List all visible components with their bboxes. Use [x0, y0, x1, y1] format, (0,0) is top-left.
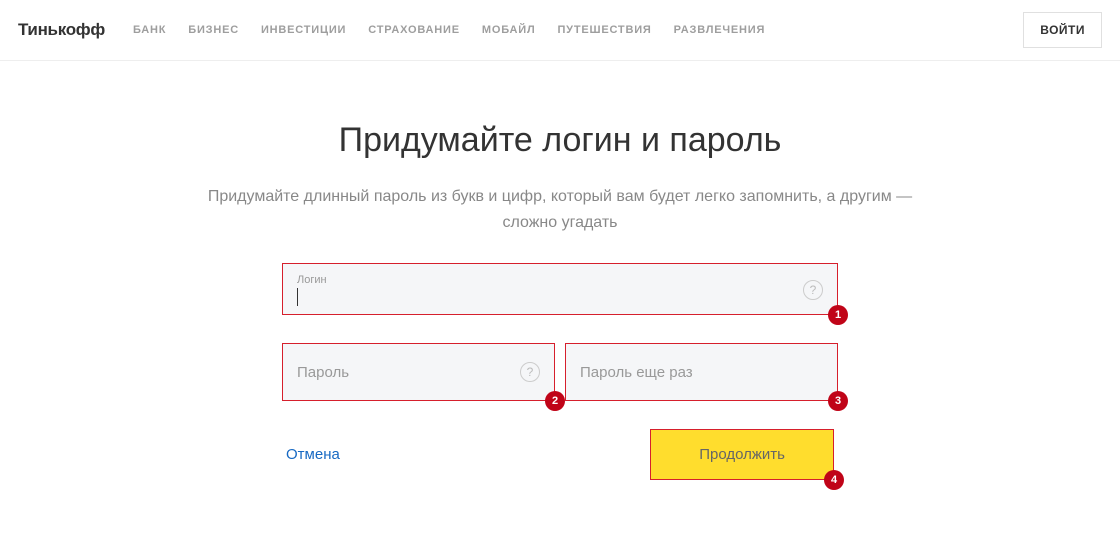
password-row: Пароль ? 2 Пароль еще раз 3	[282, 343, 838, 401]
password-field-wrap: Пароль ? 2	[282, 343, 555, 401]
login-field[interactable]: Логин ?	[282, 263, 838, 315]
password-confirm-placeholder: Пароль еще раз	[580, 364, 823, 381]
login-field-wrap: Логин ? 1	[282, 263, 838, 315]
annotation-badge-4: 4	[824, 470, 844, 490]
nav-item-mobile[interactable]: МОБАЙЛ	[482, 24, 536, 36]
nav-item-investments[interactable]: ИНВЕСТИЦИИ	[261, 24, 346, 36]
password-confirm-field-wrap: Пароль еще раз 3	[565, 343, 838, 401]
annotation-badge-2: 2	[545, 391, 565, 411]
password-confirm-field[interactable]: Пароль еще раз	[565, 343, 838, 401]
main-content: Придумайте логин и пароль Придумайте дли…	[0, 61, 1120, 480]
form-actions: Отмена Продолжить 4	[282, 429, 838, 480]
login-label: Логин	[297, 274, 803, 286]
page-title: Придумайте логин и пароль	[0, 121, 1120, 160]
login-button[interactable]: ВОЙТИ	[1023, 12, 1102, 48]
nav: БАНК БИЗНЕС ИНВЕСТИЦИИ СТРАХОВАНИЕ МОБАЙ…	[133, 24, 1023, 36]
nav-item-entertainment[interactable]: РАЗВЛЕЧЕНИЯ	[674, 24, 766, 36]
cancel-button[interactable]: Отмена	[286, 446, 340, 463]
annotation-badge-1: 1	[828, 305, 848, 325]
nav-item-insurance[interactable]: СТРАХОВАНИЕ	[368, 24, 460, 36]
logo[interactable]: Тинькофф	[18, 20, 105, 40]
help-icon[interactable]: ?	[803, 280, 823, 300]
page-subtitle: Придумайте длинный пароль из букв и цифр…	[200, 184, 920, 235]
continue-wrap: Продолжить 4	[650, 429, 834, 480]
password-field[interactable]: Пароль ?	[282, 343, 555, 401]
annotation-badge-3: 3	[828, 391, 848, 411]
nav-item-bank[interactable]: БАНК	[133, 24, 166, 36]
nav-item-business[interactable]: БИЗНЕС	[188, 24, 239, 36]
form: Логин ? 1 Пароль ? 2 Пароль ещ	[282, 263, 838, 480]
text-cursor	[297, 288, 298, 306]
header: Тинькофф БАНК БИЗНЕС ИНВЕСТИЦИИ СТРАХОВА…	[0, 0, 1120, 61]
help-icon[interactable]: ?	[520, 362, 540, 382]
nav-item-travel[interactable]: ПУТЕШЕСТВИЯ	[557, 24, 651, 36]
password-placeholder: Пароль	[297, 364, 520, 381]
continue-button[interactable]: Продолжить	[650, 429, 834, 480]
